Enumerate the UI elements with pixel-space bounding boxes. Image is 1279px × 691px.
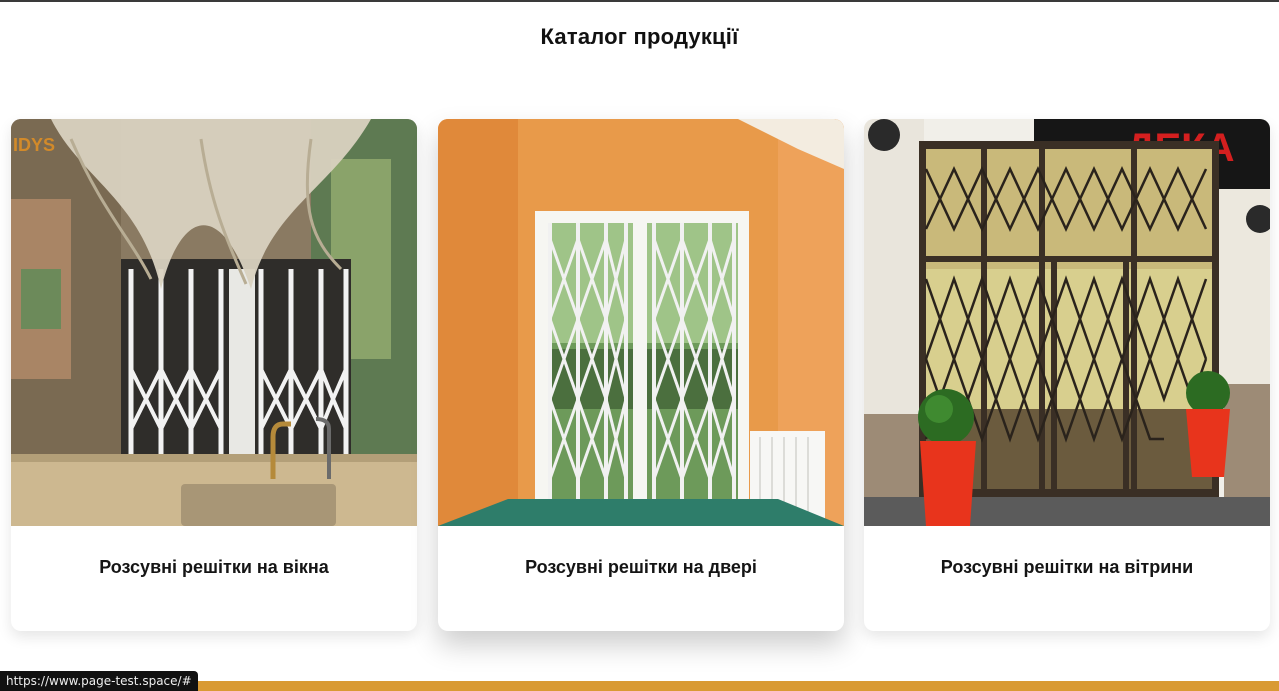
- catalog-card-storefronts[interactable]: ДЕКА: [864, 119, 1270, 631]
- catalog-card-caption: Розсувні решітки на двері: [525, 557, 757, 577]
- catalog-card-windows[interactable]: IDYS Розсувні решітки на вікна: [11, 119, 417, 631]
- storefront-grille-photo: ДЕКА: [864, 119, 1270, 526]
- door-grille-photo: [438, 119, 844, 526]
- status-bar-url: https://www.page-test.space/#: [0, 671, 198, 691]
- window-photo-sign: IDYS: [13, 135, 55, 155]
- catalog-grid: IDYS Розсувні решітки на вікна Розсувні …: [11, 119, 1271, 631]
- window-grille-photo: IDYS: [11, 119, 417, 526]
- top-divider: [0, 0, 1279, 2]
- catalog-card-doors[interactable]: Розсувні решітки на двері: [438, 119, 844, 631]
- catalog-title: Каталог продукції: [540, 24, 739, 49]
- catalog-card-caption: Розсувні решітки на вітрини: [940, 557, 1194, 577]
- catalog-card-caption: Розсувні решітки на вікна: [99, 557, 329, 577]
